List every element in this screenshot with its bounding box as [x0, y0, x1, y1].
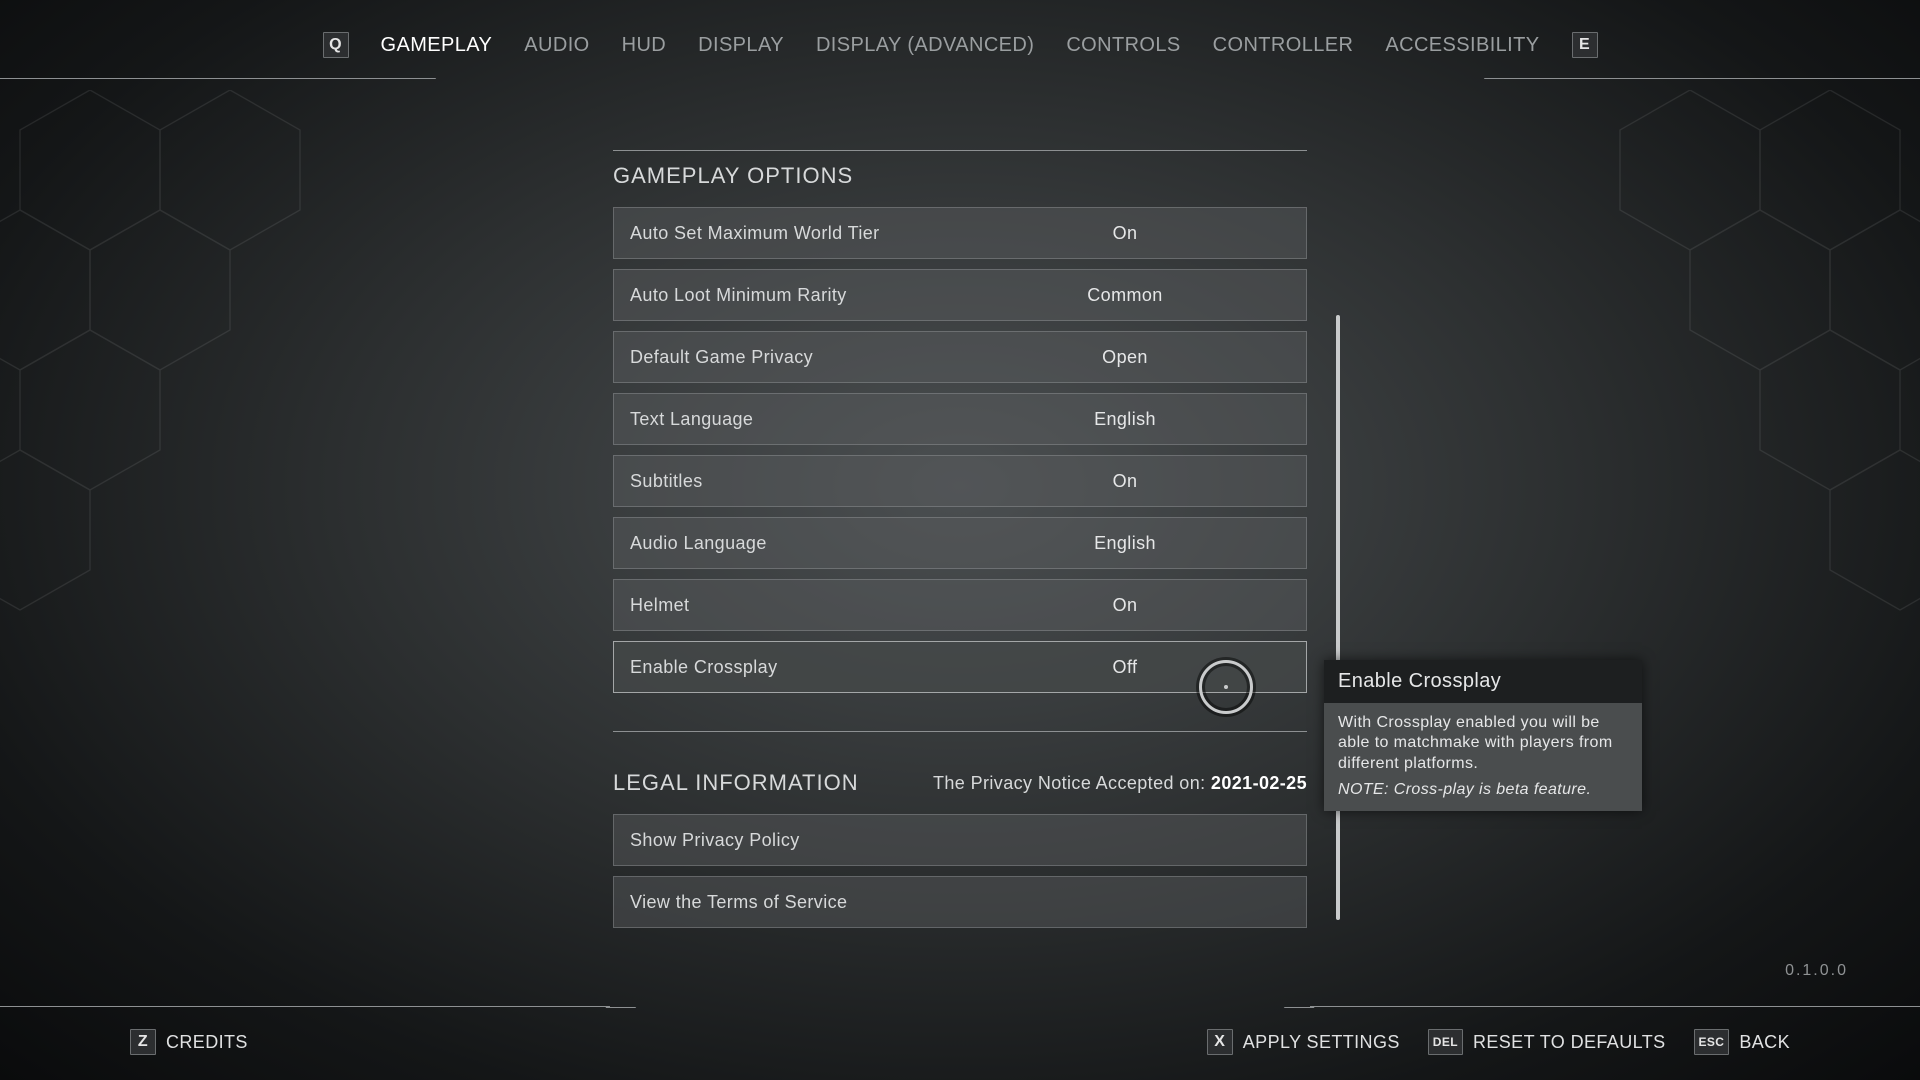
legal-rows: Show Privacy Policy View the Terms of Ser… — [613, 814, 1307, 928]
option-label: Helmet — [630, 595, 960, 616]
tab-display-advanced-[interactable]: DISPLAY (ADVANCED) — [816, 34, 1034, 57]
legal-label: View the Terms of Service — [630, 892, 1290, 913]
footer-left: Z CREDITS — [130, 1029, 248, 1055]
scrollbar[interactable] — [1336, 210, 1340, 930]
option-label: Text Language — [630, 409, 960, 430]
option-value: On — [960, 595, 1290, 616]
tooltip-note: NOTE: Cross-play is beta feature. — [1338, 780, 1628, 800]
top-tab-bar: Q GAMEPLAY AUDIO HUD DISPLAY DISPLAY (ADVANC… — [0, 20, 1920, 70]
option-row-default-game-privacy[interactable]: Default Game PrivacyOpen — [613, 331, 1307, 383]
hex-deco-right — [1520, 90, 1920, 630]
tab-controls[interactable]: CONTROLS — [1066, 34, 1180, 57]
version-label: 0.1.0.0 — [1785, 962, 1848, 980]
footer-key: ESC — [1694, 1029, 1730, 1055]
option-value: Off — [960, 657, 1290, 678]
option-value: Open — [960, 347, 1290, 368]
tab-audio[interactable]: AUDIO — [524, 34, 589, 57]
next-tab-key[interactable]: E — [1572, 32, 1598, 58]
option-row-audio-language[interactable]: Audio LanguageEnglish — [613, 517, 1307, 569]
footer-back-button[interactable]: ESC BACK — [1694, 1029, 1791, 1055]
section-rule — [613, 150, 1307, 151]
tab-hud[interactable]: HUD — [622, 34, 667, 57]
tooltip-text: With Crossplay enabled you will be able … — [1338, 714, 1613, 772]
option-row-text-language[interactable]: Text LanguageEnglish — [613, 393, 1307, 445]
legal-title: LEGAL INFORMATION — [613, 770, 859, 796]
prev-tab-key[interactable]: Q — [323, 32, 349, 58]
legal-accepted: The Privacy Notice Accepted on: 2021-02-… — [933, 773, 1307, 794]
tab-gameplay[interactable]: GAMEPLAY — [381, 34, 493, 57]
section-title: GAMEPLAY OPTIONS — [613, 163, 1307, 189]
option-row-helmet[interactable]: HelmetOn — [613, 579, 1307, 631]
option-label: Subtitles — [630, 471, 960, 492]
legal-accepted-prefix: The Privacy Notice Accepted on: — [933, 773, 1211, 793]
tabs: GAMEPLAY AUDIO HUD DISPLAY DISPLAY (ADVANCED… — [381, 34, 1540, 57]
footer-label: RESET TO DEFAULTS — [1473, 1032, 1666, 1053]
footer-label: APPLY SETTINGS — [1243, 1032, 1400, 1053]
tab-accessibility[interactable]: ACCESSIBILITY — [1385, 34, 1539, 57]
option-row-auto-loot-minimum-rarity[interactable]: Auto Loot Minimum RarityCommon — [613, 269, 1307, 321]
legal-accepted-date: 2021-02-25 — [1211, 773, 1307, 793]
option-tooltip: Enable Crossplay With Crossplay enabled … — [1324, 660, 1642, 811]
option-row-subtitles[interactable]: SubtitlesOn — [613, 455, 1307, 507]
legal-row-show-privacy-policy[interactable]: Show Privacy Policy — [613, 814, 1307, 866]
legal-label: Show Privacy Policy — [630, 830, 1290, 851]
credits-label: CREDITS — [166, 1032, 248, 1053]
legal-header: LEGAL INFORMATION The Privacy Notice Acc… — [613, 770, 1307, 796]
footer-right: X APPLY SETTINGS DEL RESET TO DEFAULTS ESC BA… — [1207, 1029, 1790, 1055]
credits-button[interactable]: Z CREDITS — [130, 1029, 248, 1055]
settings-content: GAMEPLAY OPTIONS Auto Set Maximum World … — [613, 150, 1307, 928]
option-value: On — [960, 223, 1290, 244]
footer-label: BACK — [1739, 1032, 1790, 1053]
hex-deco-left — [0, 90, 400, 630]
option-value: On — [960, 471, 1290, 492]
option-label: Auto Set Maximum World Tier — [630, 223, 960, 244]
option-value: English — [960, 533, 1290, 554]
option-rows: Auto Set Maximum World TierOnAuto Loot M… — [613, 207, 1307, 693]
credits-key: Z — [130, 1029, 156, 1055]
tab-display[interactable]: DISPLAY — [698, 34, 784, 57]
legal-rule — [613, 731, 1307, 732]
option-label: Default Game Privacy — [630, 347, 960, 368]
option-value: Common — [960, 285, 1290, 306]
legal-row-view-the-terms-of-service[interactable]: View the Terms of Service — [613, 876, 1307, 928]
option-value: English — [960, 409, 1290, 430]
footer-key: X — [1207, 1029, 1233, 1055]
scrollbar-thumb[interactable] — [1336, 315, 1340, 920]
option-row-auto-set-maximum-world-tier[interactable]: Auto Set Maximum World TierOn — [613, 207, 1307, 259]
top-rule — [0, 78, 1920, 80]
footer-reset-to-defaults-button[interactable]: DEL RESET TO DEFAULTS — [1428, 1029, 1666, 1055]
footer-bar: Z CREDITS X APPLY SETTINGS DEL RESET TO DEF… — [0, 1022, 1920, 1062]
tab-controller[interactable]: CONTROLLER — [1213, 34, 1354, 57]
option-label: Auto Loot Minimum Rarity — [630, 285, 960, 306]
bottom-rule — [0, 1006, 1920, 1008]
option-row-enable-crossplay[interactable]: Enable CrossplayOff — [613, 641, 1307, 693]
tooltip-title: Enable Crossplay — [1324, 660, 1642, 703]
footer-apply-settings-button[interactable]: X APPLY SETTINGS — [1207, 1029, 1400, 1055]
footer-key: DEL — [1428, 1029, 1463, 1055]
tooltip-body: With Crossplay enabled you will be able … — [1324, 703, 1642, 811]
option-label: Enable Crossplay — [630, 657, 960, 678]
option-label: Audio Language — [630, 533, 960, 554]
